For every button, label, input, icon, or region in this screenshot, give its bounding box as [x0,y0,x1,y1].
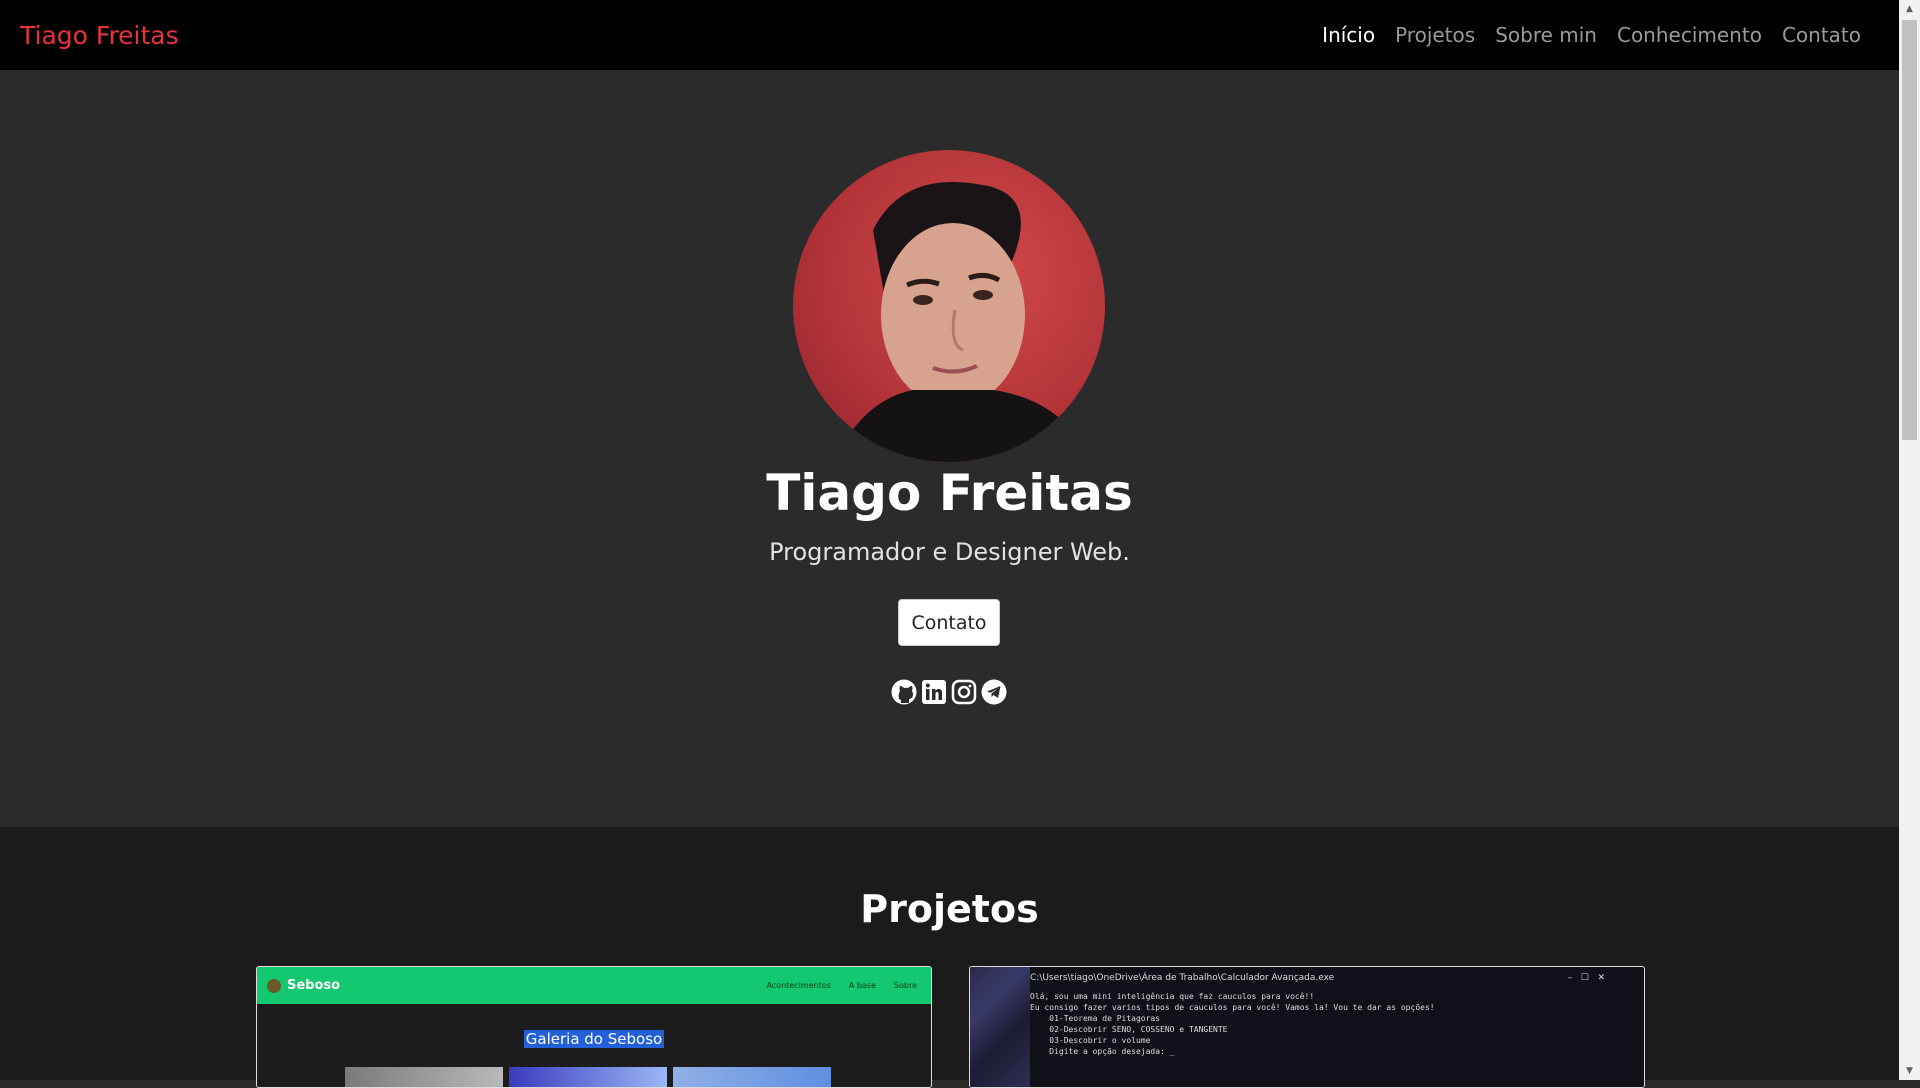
hero-name: Tiago Freitas [766,464,1133,522]
projects-section: Projetos Seboso Acontecimentos A base So… [0,827,1899,1088]
terminal-line: 01-Teorema de Pitagoras [1030,1014,1161,1023]
scrollbar-thumb[interactable] [1902,20,1917,440]
terminal-titlebar: C:\Users\tiago\OneDrive\Área de Trabalho… [1030,973,1605,987]
instagram-icon[interactable] [951,679,977,705]
seboso-navbar: Seboso Acontecimentos A base Sobre [257,967,931,1004]
window-controls-icon: – ☐ ✕ [1567,973,1605,983]
project-card-seboso[interactable]: Seboso Acontecimentos A base Sobre Galer… [256,966,932,1088]
hero-subtitle: Programador e Designer Web. [769,538,1130,566]
linkedin-icon[interactable] [921,679,947,705]
seboso-gallery-label: Galeria do Seboso [523,1030,665,1048]
nav-link-sobre[interactable]: Sobre min [1485,23,1607,47]
terminal-line: 02-Descobrir SENO, COSSENO e TANGENTE [1030,1025,1228,1034]
projects-title: Projetos [860,887,1039,931]
nav-link-projetos[interactable]: Projetos [1385,23,1485,47]
navbar: Tiago Freitas Início Projetos Sobre min … [0,0,1899,70]
terminal-output: Olá, sou uma mini inteligência que faz c… [1030,991,1605,1057]
github-icon[interactable] [891,679,917,705]
seboso-thumbnails [345,1067,831,1087]
terminal-line: Eu consigo fazer varios tipos de cauculo… [1030,1003,1435,1012]
seboso-link: A base [848,981,876,990]
thumbnail [673,1067,831,1087]
social-links [891,679,1007,705]
page-scrollbar[interactable]: ▲ ▼ [1899,0,1920,1080]
terminal-line: Olá, sou uma mini inteligência que faz c… [1030,992,1315,1001]
nav-links: Início Projetos Sobre min Conhecimento C… [1312,23,1871,47]
seboso-link: Sobre [893,981,917,990]
seboso-brand: Seboso [267,978,340,993]
desktop-background [970,967,1030,1087]
telegram-icon[interactable] [981,679,1007,705]
terminal-window-title: C:\Users\tiago\OneDrive\Área de Trabalho… [1030,973,1335,983]
terminal-line: 03-Descobrir o volume [1030,1036,1151,1045]
terminal-line: Digite a opção desejada: _ [1030,1047,1175,1056]
seboso-brand-label: Seboso [287,978,341,993]
nav-link-conhecimento[interactable]: Conhecimento [1607,23,1772,47]
project-card-calculadora[interactable]: C:\Users\tiago\OneDrive\Área de Trabalho… [969,966,1645,1088]
thumbnail [509,1067,667,1087]
nav-link-inicio[interactable]: Início [1312,23,1385,47]
seboso-nav-links: Acontecimentos A base Sobre [766,981,917,990]
scroll-down-arrow-icon[interactable]: ▼ [1899,1062,1920,1080]
profile-avatar [793,150,1105,462]
thumbnail [345,1067,503,1087]
scroll-up-arrow-icon[interactable]: ▲ [1899,0,1920,18]
contact-button[interactable]: Contato [898,599,1000,646]
seboso-logo-icon [267,978,281,993]
seboso-gallery-title: Galeria do Seboso [257,1030,931,1048]
nav-link-contato[interactable]: Contato [1772,23,1871,47]
seboso-link: Acontecimentos [766,981,831,990]
brand-link[interactable]: Tiago Freitas [20,21,179,50]
hero-section: Tiago Freitas Programador e Designer Web… [0,70,1899,827]
